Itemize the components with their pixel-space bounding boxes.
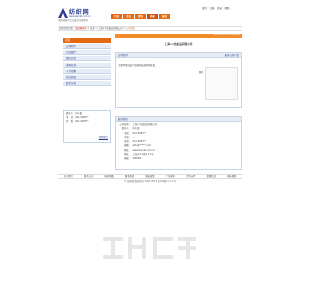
detail-value: 何小姐 bbox=[132, 127, 140, 131]
nav-tab-exhibitions[interactable]: 展会 bbox=[159, 14, 170, 19]
contact-details: 公司名称： 上海××纺织品有限公司 联系人： 何小姐 电话： 021-5963** 手… bbox=[118, 123, 158, 162]
contact-fax: 传 真：021-5963** bbox=[66, 120, 89, 124]
sidebar-item-license[interactable]: 营业执照 bbox=[63, 74, 111, 80]
detail-value[interactable]: kefu@*****.com bbox=[133, 144, 152, 148]
detail-row: 邮编： 200000 bbox=[118, 157, 157, 161]
breadcrumb-prefix: 您现在的位置： bbox=[59, 27, 76, 30]
contact-person: 联系人：何小姐 bbox=[66, 111, 83, 115]
sidebar-item-profile[interactable]: 公司简介 bbox=[63, 44, 111, 49]
watermark-logo bbox=[103, 237, 196, 259]
footer-link[interactable]: 网站帮助 bbox=[227, 175, 236, 178]
footer-copyright: © 纺织网 版权所有 1997-2019 沪ICP备××××号 bbox=[123, 180, 177, 183]
main-nav: 产品 企业 资讯 商机 展会 bbox=[111, 14, 170, 19]
nav-tab-products[interactable]: 产品 bbox=[111, 14, 122, 19]
footer-link[interactable]: 合作伙伴 bbox=[186, 175, 195, 178]
footer-link[interactable]: 网站地图 bbox=[104, 175, 113, 178]
footer-link[interactable]: 联系方式 bbox=[84, 175, 93, 178]
footer-link[interactable]: 服务条款 bbox=[125, 175, 134, 178]
company-name: 上海××纺织品有限公司 bbox=[164, 43, 193, 46]
photo-label: 图片 bbox=[199, 71, 204, 74]
footer-links: 关于我们 联系方式 网站地图 服务条款 隐私政策 广告服务 合作伙伴 招聘信息 … bbox=[58, 174, 242, 179]
top-link-login[interactable]: 登录 bbox=[217, 7, 222, 10]
breadcrumb: 您现在的位置：纺织网首页 > 企业 > 上海××纺织品有限公司 > 公司首页 bbox=[58, 26, 242, 31]
intro-panel-title: 公司简介 更多公司介绍 bbox=[116, 53, 241, 58]
sidebar-contact-box: 联系人：何小姐 电 话：021-5963** 传 真：021-5963** 给我… bbox=[63, 110, 111, 143]
detail-key: 邮箱： bbox=[124, 144, 131, 148]
contact-panel-title: 联系我们 bbox=[116, 117, 241, 122]
company-photo-placeholder bbox=[205, 67, 238, 100]
sidebar-item-home[interactable]: 首页 bbox=[63, 38, 111, 43]
footer-link[interactable]: 广告服务 bbox=[166, 175, 175, 178]
detail-row: 电话： 021-5963** bbox=[118, 131, 157, 136]
sidebar-item-jobs[interactable]: 人才招聘 bbox=[63, 68, 111, 74]
detail-row: 联系人： 何小姐 bbox=[118, 127, 157, 131]
detail-key: 联系人： bbox=[121, 127, 131, 131]
footer-link[interactable]: 关于我们 bbox=[64, 175, 73, 178]
detail-key: 电话： bbox=[124, 131, 131, 135]
intro-panel: 公司简介 更多公司介绍 主要经营纺织产品原料及面料等各类。 图片 bbox=[115, 52, 242, 108]
top-links: 首页 注册 登录 帮助 bbox=[202, 7, 231, 11]
detail-value[interactable]: www.texnet.com.cn bbox=[133, 149, 156, 153]
breadcrumb-current: 公司首页 bbox=[125, 27, 136, 30]
detail-key: 邮编： bbox=[124, 157, 131, 160]
detail-row: 邮箱： kefu@*****.com bbox=[118, 144, 157, 148]
nav-tab-business[interactable]: 商机 bbox=[147, 14, 158, 19]
detail-row: 网址： www.texnet.com.cn bbox=[118, 148, 157, 153]
breadcrumb-middle[interactable]: 企业 > 上海××纺织品有限公司 bbox=[90, 27, 123, 30]
detail-key: 网址： bbox=[124, 148, 131, 152]
sidebar-item-contact[interactable]: 联系方式 bbox=[63, 81, 111, 87]
footer-link[interactable]: 招聘信息 bbox=[207, 175, 216, 178]
top-link-help[interactable]: 帮助 bbox=[225, 7, 230, 10]
leave-message-link[interactable]: 给我留言 bbox=[99, 136, 108, 140]
detail-value: 200000 bbox=[132, 157, 142, 160]
sidebar-item-supply[interactable]: 供应信息 bbox=[63, 56, 111, 62]
intro-text: 主要经营纺织产品原料及面料等各类。 bbox=[118, 64, 158, 67]
welcome-strip: Welcome to our company bbox=[115, 34, 242, 38]
detail-value: 021-5963** bbox=[132, 131, 146, 135]
nav-tab-news[interactable]: 资讯 bbox=[135, 14, 146, 19]
logo-icon bbox=[58, 8, 68, 18]
sidebar-item-purchase[interactable]: 求购信息 bbox=[63, 62, 111, 68]
breadcrumb-home-link[interactable]: 纺织网首页 bbox=[75, 27, 87, 30]
top-link-home[interactable]: 首页 bbox=[202, 7, 207, 10]
top-link-register[interactable]: 注册 bbox=[210, 7, 215, 10]
site-slogan: 中国·网络平台·纺织行业服务商 bbox=[58, 18, 88, 22]
intro-more-link[interactable]: 更多公司介绍 bbox=[225, 53, 239, 58]
sidebar-menu: 首页 公司简介 产品展厅 供应信息 求购信息 人才招聘 营业执照 联系方式 bbox=[63, 38, 111, 87]
sidebar-item-products[interactable]: 产品展厅 bbox=[63, 50, 111, 56]
nav-tab-companies[interactable]: 企业 bbox=[123, 14, 134, 19]
contact-panel: 联系我们 公司名称： 上海××纺织品有限公司 联系人： 何小姐 电话： 021-596… bbox=[115, 116, 242, 170]
footer-link[interactable]: 隐私政策 bbox=[145, 175, 154, 178]
intro-title: 公司简介 bbox=[118, 54, 129, 57]
